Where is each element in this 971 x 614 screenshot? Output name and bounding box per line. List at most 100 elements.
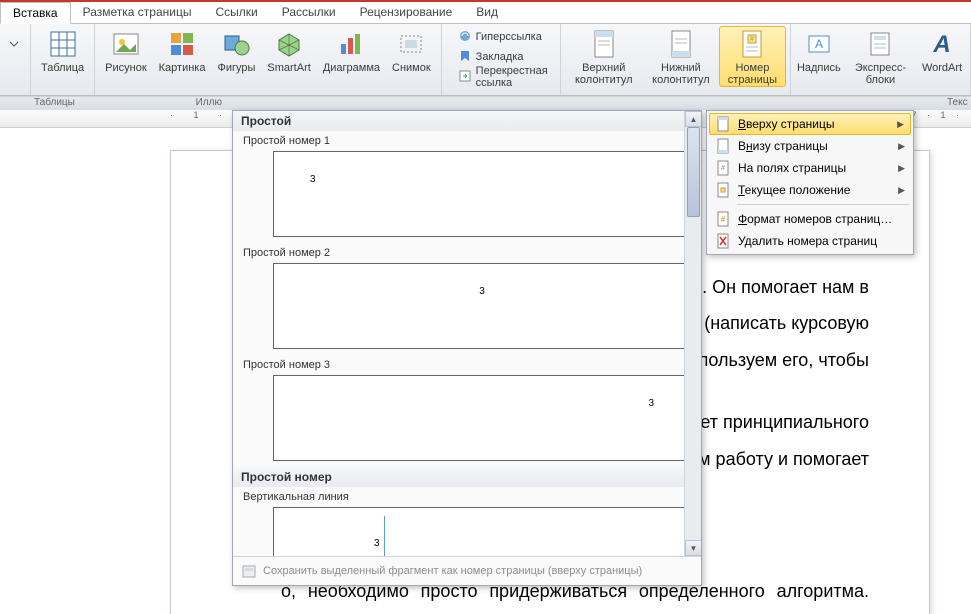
menu-bottom-of-page[interactable]: Внизу страницы ▶ xyxy=(709,135,911,157)
menu-label: Вверху страницы xyxy=(738,117,834,131)
current-position-icon xyxy=(715,182,731,198)
gallery-item-simple-3[interactable]: 3 xyxy=(273,375,691,461)
wordart-icon: A xyxy=(926,28,958,60)
chart-button[interactable]: Диаграмма xyxy=(317,26,386,74)
footer-label: Нижний колонтитул xyxy=(649,62,713,86)
table-icon xyxy=(47,28,79,60)
table-button[interactable]: Таблица xyxy=(35,26,90,74)
smartart-button[interactable]: SmartArt xyxy=(261,26,316,74)
bookmark-icon xyxy=(458,49,472,66)
scroll-thumb[interactable] xyxy=(687,127,700,217)
page-bottom-icon xyxy=(715,138,731,154)
dropdown-icon[interactable] xyxy=(7,28,21,60)
ribbon-group-bar: Таблицы Иллю Текс xyxy=(0,96,971,110)
quickparts-label: Экспресс-блоки xyxy=(849,62,912,86)
gallery-item-label: Простой номер 3 xyxy=(233,355,701,373)
remove-icon xyxy=(715,233,731,249)
page-margins-icon: # xyxy=(715,160,731,176)
gallery-footer-label: Сохранить выделенный фрагмент как номер … xyxy=(263,565,642,577)
gallery-category: Простой номер xyxy=(233,467,701,487)
workspace: · 1 · 2 · 1 17 · 1 · но. Он помогает нам… xyxy=(0,110,971,614)
page-top-icon xyxy=(715,116,731,132)
hyperlink-icon xyxy=(458,29,472,46)
quickparts-button[interactable]: Экспресс-блоки xyxy=(843,26,918,86)
gallery-item-label: Простой номер 2 xyxy=(233,243,701,261)
textbox-button[interactable]: A Надпись xyxy=(795,26,843,74)
submenu-arrow-icon: ▶ xyxy=(898,141,905,152)
gallery-item-simple-1[interactable]: 3 xyxy=(273,151,691,237)
bookmark-label: Закладка xyxy=(476,51,524,63)
svg-text:#: # xyxy=(721,165,725,172)
shapes-icon xyxy=(220,28,252,60)
gallery-scrollbar[interactable]: ▲ ▼ xyxy=(684,111,701,556)
crossref-label: Перекрестная ссылка xyxy=(476,65,548,89)
table-label: Таблица xyxy=(41,62,84,74)
picture-button[interactable]: Рисунок xyxy=(99,26,153,74)
hyperlink-label: Гиперссылка xyxy=(476,31,542,43)
chart-label: Диаграмма xyxy=(323,62,380,74)
hyperlink-button[interactable]: Гиперссылка xyxy=(454,28,552,46)
scroll-up-icon[interactable]: ▲ xyxy=(685,111,701,127)
page-number-gallery: Простой Простой номер 1 3 Простой номер … xyxy=(232,110,702,586)
gallery-item-vertical-line[interactable]: 3 xyxy=(273,507,691,556)
ribbon-tabs: Вставка Разметка страницы Ссылки Рассылк… xyxy=(0,2,971,24)
menu-page-margins[interactable]: # На полях страницы ▶ xyxy=(709,157,911,179)
submenu-arrow-icon: ▶ xyxy=(897,119,904,130)
scroll-down-icon[interactable]: ▼ xyxy=(685,540,701,556)
textbox-icon: A xyxy=(803,28,835,60)
save-fragment-icon xyxy=(241,563,257,579)
menu-current-position[interactable]: Текущее положение ▶ xyxy=(709,179,911,201)
tab-view[interactable]: Вид xyxy=(464,2,510,23)
ribbon: Таблица Рисунок Картинка Фигуры SmartArt… xyxy=(0,24,971,96)
menu-label: Текущее положение xyxy=(738,183,850,197)
gallery-item-label: Простой номер 1 xyxy=(233,131,701,149)
format-icon: # xyxy=(715,211,731,227)
page-number-button[interactable]: # Номер страницы xyxy=(719,26,786,87)
screenshot-button[interactable]: Снимок xyxy=(386,26,437,74)
page-number-submenu: Вверху страницы ▶ Внизу страницы ▶ # На … xyxy=(706,110,914,255)
menu-label: Формат номеров страниц… xyxy=(738,212,892,226)
group-text-label: Текс xyxy=(941,97,971,110)
page-number-label: Номер страницы xyxy=(725,62,780,86)
group-tables-label: Таблицы xyxy=(28,97,86,110)
shapes-button[interactable]: Фигуры xyxy=(211,26,261,74)
tab-review[interactable]: Рецензирование xyxy=(348,2,465,23)
gallery-save-selection[interactable]: Сохранить выделенный фрагмент как номер … xyxy=(233,556,701,585)
menu-label: Удалить номера страниц xyxy=(738,234,877,248)
header-icon xyxy=(588,28,620,60)
crossref-icon xyxy=(458,69,472,86)
screenshot-label: Снимок xyxy=(392,62,431,74)
gallery-category: Простой xyxy=(233,111,701,131)
footer-icon xyxy=(665,28,697,60)
smartart-icon xyxy=(273,28,305,60)
page-number-icon: # xyxy=(736,28,768,60)
tab-insert[interactable]: Вставка xyxy=(0,2,71,24)
footer-button[interactable]: Нижний колонтитул xyxy=(643,26,719,86)
svg-text:A: A xyxy=(815,37,823,51)
group-illu-label: Иллю xyxy=(86,97,226,110)
clipart-label: Картинка xyxy=(159,62,206,74)
tab-references[interactable]: Ссылки xyxy=(203,2,269,23)
submenu-arrow-icon: ▶ xyxy=(898,163,905,174)
wordart-button[interactable]: A WordArt xyxy=(918,26,966,74)
header-button[interactable]: Верхний колонтитул xyxy=(565,26,643,86)
textbox-label: Надпись xyxy=(797,62,841,74)
quickparts-icon xyxy=(864,28,896,60)
crossref-button[interactable]: Перекрестная ссылка xyxy=(454,68,552,86)
picture-icon xyxy=(110,28,142,60)
header-label: Верхний колонтитул xyxy=(571,62,637,86)
tab-mailings[interactable]: Рассылки xyxy=(270,2,348,23)
clipart-button[interactable]: Картинка xyxy=(153,26,212,74)
gallery-item-simple-2[interactable]: 3 xyxy=(273,263,691,349)
submenu-arrow-icon: ▶ xyxy=(898,185,905,196)
picture-label: Рисунок xyxy=(105,62,147,74)
menu-format-page-numbers[interactable]: # Формат номеров страниц… xyxy=(709,208,911,230)
menu-top-of-page[interactable]: Вверху страницы ▶ xyxy=(709,113,911,135)
bookmark-button[interactable]: Закладка xyxy=(454,48,552,66)
tab-page-layout[interactable]: Разметка страницы xyxy=(71,2,204,23)
menu-remove-page-numbers[interactable]: Удалить номера страниц xyxy=(709,230,911,252)
svg-text:#: # xyxy=(750,36,754,43)
screenshot-icon xyxy=(395,28,427,60)
menu-label: На полях страницы xyxy=(738,161,846,175)
smartart-label: SmartArt xyxy=(267,62,310,74)
